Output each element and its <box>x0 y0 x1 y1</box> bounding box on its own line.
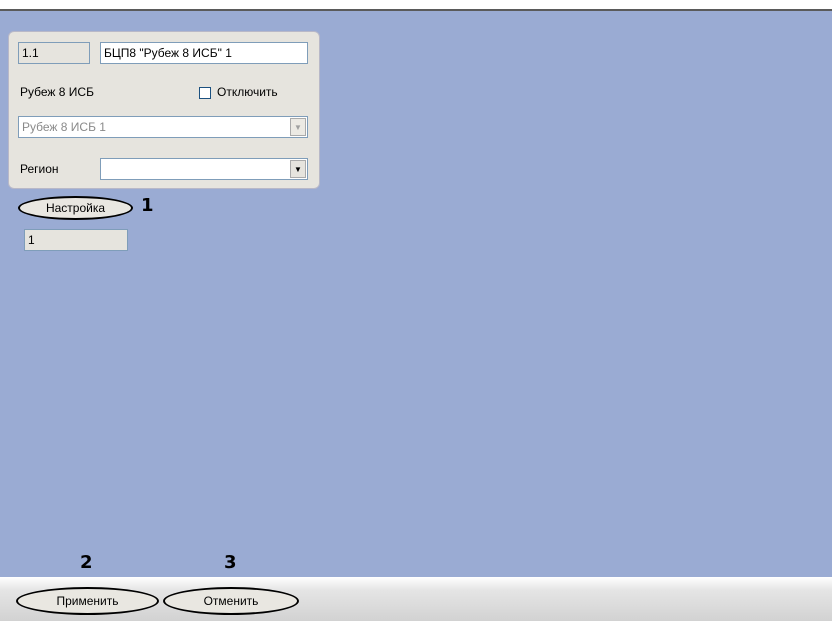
chevron-down-icon: ▼ <box>290 118 306 136</box>
chevron-down-icon[interactable]: ▼ <box>290 160 306 178</box>
id-field[interactable]: 1.1 <box>18 42 90 64</box>
region-select[interactable]: ▼ <box>100 158 308 180</box>
parent-label: Рубеж 8 ИСБ <box>20 85 94 99</box>
settings-button[interactable]: Настройка <box>18 196 133 220</box>
name-field[interactable]: БЦП8 "Рубеж 8 ИСБ" 1 <box>100 42 308 64</box>
main-panel: 1.1 БЦП8 "Рубеж 8 ИСБ" 1 Рубеж 8 ИСБ Отк… <box>0 11 832 577</box>
cancel-button[interactable]: Отменить <box>163 587 299 615</box>
settings-value-field[interactable]: 1 <box>24 229 128 251</box>
device-properties-group: 1.1 БЦП8 "Рубеж 8 ИСБ" 1 Рубеж 8 ИСБ Отк… <box>8 31 320 189</box>
parent-select-value: Рубеж 8 ИСБ 1 <box>22 120 106 134</box>
parent-select: Рубеж 8 ИСБ 1 ▼ <box>18 116 308 138</box>
disable-checkbox[interactable] <box>199 87 211 99</box>
disable-label: Отключить <box>217 85 278 99</box>
apply-button[interactable]: Применить <box>16 587 159 615</box>
region-label: Регион <box>20 162 59 176</box>
callout-2: 2 <box>80 552 93 573</box>
footer-bar: Применить Отменить <box>0 577 832 621</box>
callout-1: 1 <box>141 195 154 216</box>
callout-3: 3 <box>224 552 237 573</box>
